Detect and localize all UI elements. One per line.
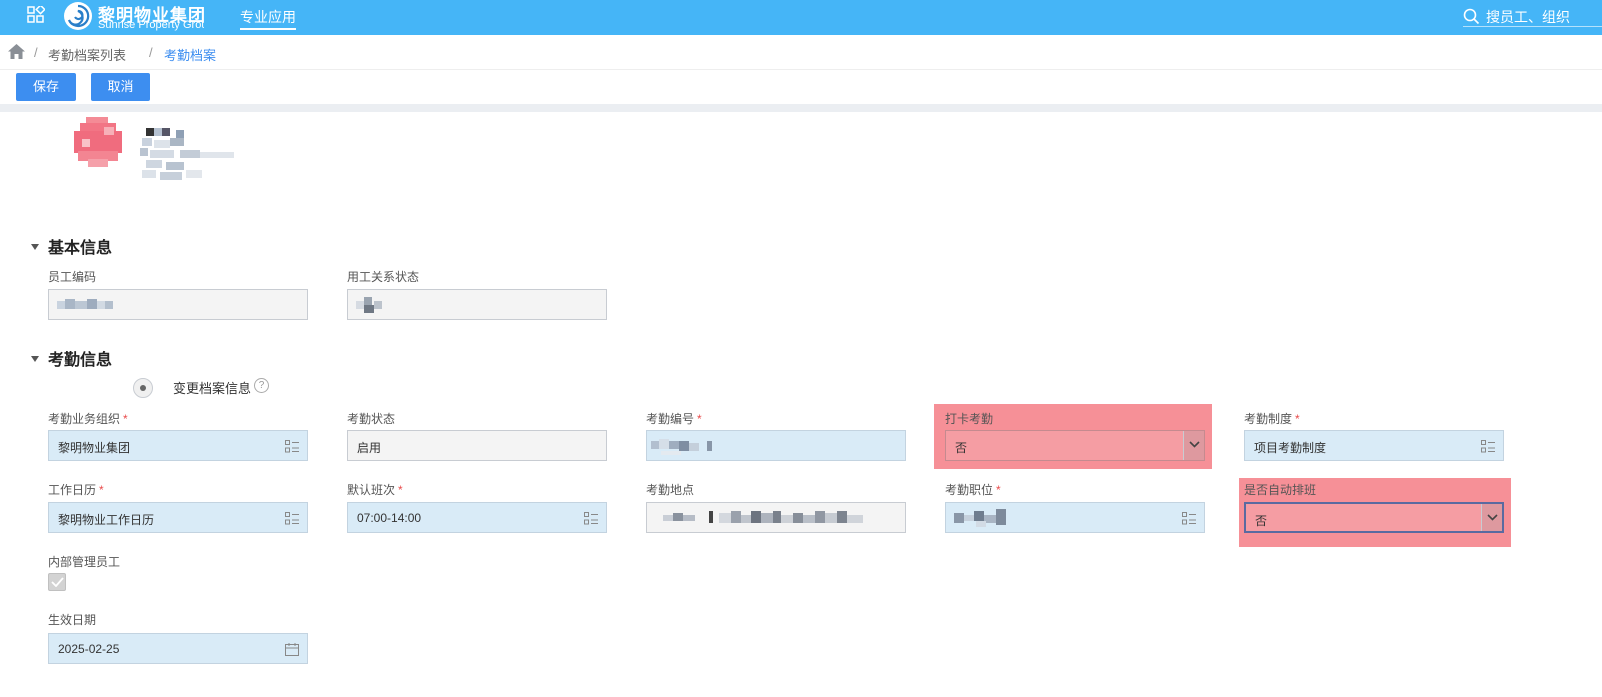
position-field[interactable] (945, 502, 1205, 533)
employee-code-label: 员工编码 (48, 270, 97, 284)
location-label: 考勤地点 (646, 483, 695, 497)
chevron-down-icon (1189, 441, 1200, 448)
auto-schedule-select[interactable]: 否 (1244, 502, 1504, 533)
dropdown-caret[interactable] (1481, 504, 1502, 531)
work-calendar-label: 工作日历 * (48, 483, 104, 497)
change-record-label: 变更档案信息 (173, 381, 252, 396)
chevron-down-icon (1487, 514, 1498, 521)
section-basic-info-title: 基本信息 (48, 240, 113, 257)
blurred-value (356, 297, 382, 313)
clock-in-label: 打卡考勤 (945, 412, 994, 426)
company-logo-icon (64, 2, 92, 30)
section-attendance-info-title: 考勤信息 (48, 352, 113, 369)
blurred-value (651, 439, 712, 455)
top-bar: 黎明物业集团 Sunrise Property Group 专业应用 搜员工、组… (0, 0, 1602, 35)
checkmark-icon (51, 577, 64, 587)
help-icon[interactable]: ? (254, 378, 269, 393)
business-org-field[interactable]: 黎明物业集团 (48, 430, 308, 461)
list-picker-icon[interactable] (584, 512, 598, 525)
section-attendance-info[interactable]: 考勤信息 (31, 346, 112, 370)
employment-status-label: 用工关系状态 (347, 270, 420, 284)
effective-date-label: 生效日期 (48, 613, 97, 627)
internal-staff-label: 内部管理员工 (48, 555, 121, 569)
cancel-button[interactable]: 取消 (91, 73, 150, 101)
blurred-value (57, 299, 113, 309)
employee-name-blurred (140, 128, 234, 180)
toolbar: 保存 取消 (0, 70, 1602, 105)
apps-grid-icon[interactable] (27, 6, 45, 24)
section-basic-info[interactable]: 基本信息 (31, 234, 112, 258)
blurred-value (663, 511, 863, 523)
nav-professional-apps[interactable]: 专业应用 (240, 7, 296, 30)
list-picker-icon[interactable] (1182, 512, 1196, 525)
policy-label: 考勤制度 * (1244, 412, 1300, 426)
home-icon[interactable] (8, 44, 25, 59)
search-icon (1463, 8, 1480, 25)
status-label: 考勤状态 (347, 412, 396, 426)
search-placeholder: 搜员工、组织 (1486, 9, 1570, 25)
auto-schedule-label: 是否自动排班 (1244, 483, 1317, 497)
breadcrumb-attendance-list[interactable]: 考勤档案列表 (48, 45, 126, 64)
toolbar-divider (0, 104, 1602, 112)
breadcrumb-separator: / (149, 45, 153, 60)
list-picker-icon[interactable] (285, 440, 299, 453)
effective-date-field[interactable]: 2025-02-25 (48, 633, 308, 664)
list-picker-icon[interactable] (285, 512, 299, 525)
clock-in-select[interactable]: 否 (945, 430, 1205, 461)
default-shift-field[interactable]: 07:00-14:00 (347, 502, 607, 533)
default-shift-label: 默认班次 * (347, 483, 403, 497)
collapse-triangle-icon (31, 355, 39, 362)
internal-staff-checkbox[interactable] (48, 573, 66, 591)
work-calendar-field[interactable]: 黎明物业工作日历 (48, 502, 308, 533)
status-field: 启用 (347, 430, 607, 461)
dropdown-caret[interactable] (1183, 431, 1204, 460)
attendance-code-field[interactable] (646, 430, 906, 461)
collapse-triangle-icon (31, 243, 39, 250)
breadcrumb-separator: / (34, 45, 38, 60)
employee-code-field (48, 289, 308, 320)
blurred-value (954, 509, 1006, 527)
save-button[interactable]: 保存 (16, 73, 76, 101)
location-field (646, 502, 906, 533)
attendance-code-label: 考勤编号 * (646, 412, 702, 426)
logo-english-name: Sunrise Property Group (98, 19, 204, 31)
business-org-label: 考勤业务组织 * (48, 412, 128, 426)
calendar-icon[interactable] (285, 643, 299, 656)
avatar (74, 117, 122, 167)
position-label: 考勤职位 * (945, 483, 1001, 497)
policy-field[interactable]: 项目考勤制度 (1244, 430, 1504, 461)
employment-status-field (347, 289, 607, 320)
search-box[interactable]: 搜员工、组织 (1463, 7, 1602, 27)
change-record-radio[interactable] (133, 378, 153, 398)
list-picker-icon[interactable] (1481, 440, 1495, 453)
breadcrumb: / 考勤档案列表 / 考勤档案 (0, 35, 1602, 70)
breadcrumb-attendance-record: 考勤档案 (164, 48, 217, 63)
